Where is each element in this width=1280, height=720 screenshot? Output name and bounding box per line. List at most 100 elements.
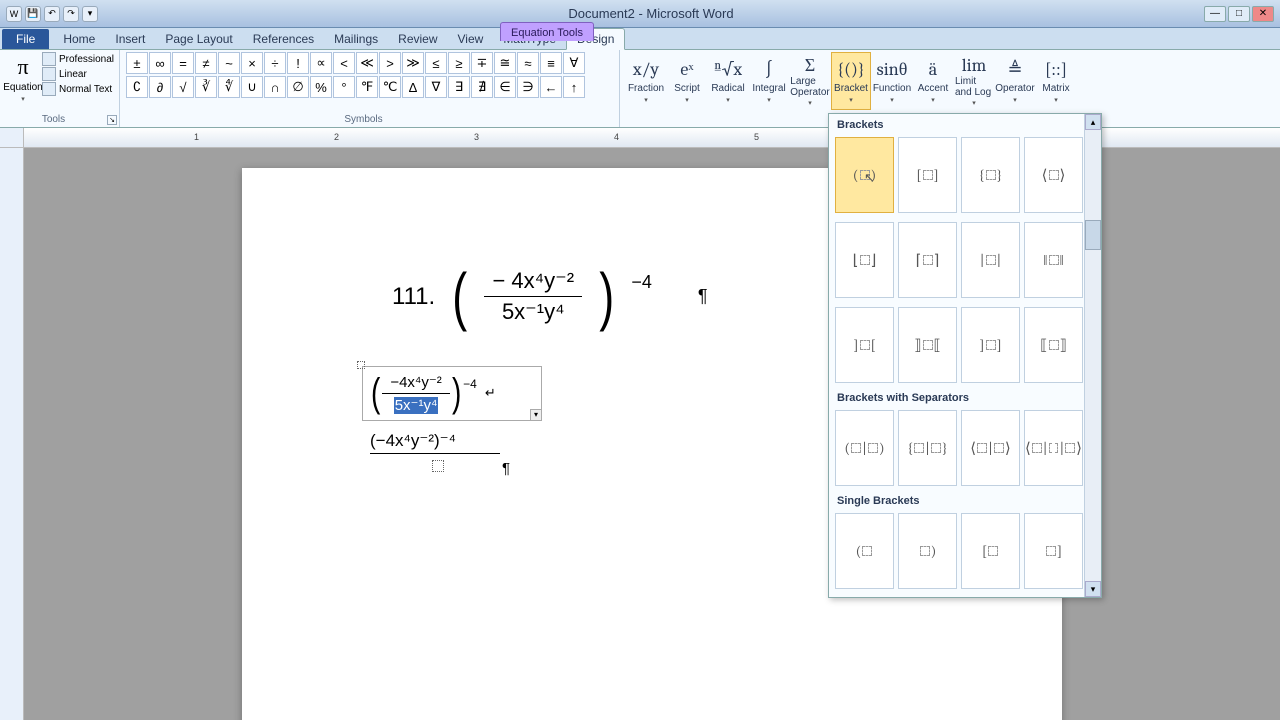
qat-more-icon[interactable]: ▾ bbox=[82, 6, 98, 22]
symbol-button[interactable]: ∃ bbox=[448, 76, 470, 98]
bracket-gallery-item[interactable]: [ bbox=[961, 513, 1020, 589]
equation-button[interactable]: π Equation ▾ bbox=[6, 52, 40, 104]
bracket-gallery-item[interactable]: ⟨|⟩ bbox=[961, 410, 1020, 486]
symbol-button[interactable]: ∅ bbox=[287, 76, 309, 98]
bracket-gallery-item[interactable]: ⟨⟩ bbox=[1024, 137, 1083, 213]
symbol-button[interactable]: ∜ bbox=[218, 76, 240, 98]
symbol-button[interactable]: ≫ bbox=[402, 52, 424, 74]
large-operator-button[interactable]: ΣLarge Operator▾ bbox=[790, 52, 830, 110]
tab-mailings[interactable]: Mailings bbox=[324, 29, 388, 49]
normal-text-option[interactable]: Normal Text bbox=[42, 82, 114, 96]
function-button[interactable]: sinθFunction▾ bbox=[872, 52, 912, 110]
symbol-button[interactable]: ≅ bbox=[494, 52, 516, 74]
scroll-down-icon[interactable]: ▾ bbox=[1085, 581, 1101, 597]
symbol-button[interactable]: ℉ bbox=[356, 76, 378, 98]
bracket-gallery-item[interactable]: ⌈⌉ bbox=[898, 222, 957, 298]
symbol-button[interactable]: ≪ bbox=[356, 52, 378, 74]
fraction-button[interactable]: x/yFraction▾ bbox=[626, 52, 666, 110]
symbol-button[interactable]: ∂ bbox=[149, 76, 171, 98]
scroll-thumb[interactable] bbox=[1085, 220, 1101, 250]
gallery-scrollbar[interactable]: ▴ ▾ bbox=[1084, 114, 1101, 597]
symbol-button[interactable]: × bbox=[241, 52, 263, 74]
symbol-button[interactable]: √ bbox=[172, 76, 194, 98]
professional-option[interactable]: Professional bbox=[42, 52, 114, 66]
symbol-button[interactable]: > bbox=[379, 52, 401, 74]
symbol-button[interactable]: ! bbox=[287, 52, 309, 74]
undo-icon[interactable]: ↶ bbox=[44, 6, 60, 22]
radical-button[interactable]: ⁿ√xRadical▾ bbox=[708, 52, 748, 110]
maximize-button[interactable]: □ bbox=[1228, 6, 1250, 22]
scroll-up-icon[interactable]: ▴ bbox=[1085, 114, 1101, 130]
equation-box-handle-icon[interactable] bbox=[357, 361, 365, 369]
symbol-button[interactable]: ÷ bbox=[264, 52, 286, 74]
bracket-gallery-item[interactable]: ⟧⟦ bbox=[898, 307, 957, 383]
bracket-gallery-item[interactable]: ][ bbox=[835, 307, 894, 383]
close-button[interactable]: ✕ bbox=[1252, 6, 1274, 22]
bracket-gallery-item[interactable]: ‖‖ bbox=[1024, 222, 1083, 298]
symbol-button[interactable]: ∁ bbox=[126, 76, 148, 98]
symbol-button[interactable]: ≤ bbox=[425, 52, 447, 74]
tab-references[interactable]: References bbox=[243, 29, 324, 49]
symbol-button[interactable]: ° bbox=[333, 76, 355, 98]
tab-insert[interactable]: Insert bbox=[105, 29, 155, 49]
bracket-gallery-item[interactable]: || bbox=[961, 222, 1020, 298]
file-tab[interactable]: File bbox=[2, 29, 49, 49]
redo-icon[interactable]: ↷ bbox=[63, 6, 79, 22]
word-icon[interactable]: W bbox=[6, 6, 22, 22]
selected-text[interactable]: 5x⁻¹y⁴ bbox=[394, 397, 439, 414]
accent-button[interactable]: äAccent▾ bbox=[913, 52, 953, 110]
bracket-gallery-item[interactable]: {} bbox=[961, 137, 1020, 213]
symbol-button[interactable]: % bbox=[310, 76, 332, 98]
symbol-button[interactable]: ≠ bbox=[195, 52, 217, 74]
symbol-button[interactable]: ∇ bbox=[425, 76, 447, 98]
symbol-button[interactable]: ∞ bbox=[149, 52, 171, 74]
tab-view[interactable]: View bbox=[448, 29, 494, 49]
tab-page-layout[interactable]: Page Layout bbox=[155, 29, 242, 49]
vertical-ruler[interactable] bbox=[0, 148, 24, 720]
symbol-button[interactable]: ℃ bbox=[379, 76, 401, 98]
tab-review[interactable]: Review bbox=[388, 29, 447, 49]
bracket-button[interactable]: {()}Bracket▾ bbox=[831, 52, 871, 110]
bracket-gallery-item[interactable]: ⌊⌋ bbox=[835, 222, 894, 298]
script-button[interactable]: eˣScript▾ bbox=[667, 52, 707, 110]
symbol-button[interactable]: ∄ bbox=[471, 76, 493, 98]
symbol-button[interactable]: ∓ bbox=[471, 52, 493, 74]
symbol-button[interactable]: < bbox=[333, 52, 355, 74]
symbol-button[interactable]: ≈ bbox=[517, 52, 539, 74]
tab-home[interactable]: Home bbox=[53, 29, 105, 49]
linear-option[interactable]: Linear bbox=[42, 67, 114, 81]
symbol-button[interactable]: ∀ bbox=[563, 52, 585, 74]
symbol-button[interactable]: ↑ bbox=[563, 76, 585, 98]
symbol-button[interactable]: ≡ bbox=[540, 52, 562, 74]
symbol-button[interactable]: ∛ bbox=[195, 76, 217, 98]
symbol-button[interactable]: ∈ bbox=[494, 76, 516, 98]
symbol-button[interactable]: ← bbox=[540, 76, 562, 98]
symbol-button[interactable]: ∆ bbox=[402, 76, 424, 98]
equation-editor-box[interactable]: ( −4x⁴y⁻² 5x⁻¹y⁴ ) −4 ↵ ▾ bbox=[362, 366, 542, 421]
symbol-button[interactable]: ∪ bbox=[241, 76, 263, 98]
operator-button[interactable]: ≜Operator▾ bbox=[995, 52, 1035, 110]
equation-options-dropdown[interactable]: ▾ bbox=[530, 409, 542, 421]
bracket-gallery-item[interactable]: [] bbox=[898, 137, 957, 213]
equation-placeholder[interactable] bbox=[432, 460, 444, 472]
symbol-button[interactable]: ∩ bbox=[264, 76, 286, 98]
bracket-gallery-item[interactable]: ]] bbox=[961, 307, 1020, 383]
bracket-gallery-item[interactable]: ( bbox=[835, 513, 894, 589]
symbol-button[interactable]: ∋ bbox=[517, 76, 539, 98]
bracket-gallery-item[interactable]: ] bbox=[1024, 513, 1083, 589]
bracket-gallery-item[interactable]: ⟨||⟩ bbox=[1024, 410, 1083, 486]
bracket-gallery-item[interactable]: ) bbox=[898, 513, 957, 589]
bracket-gallery-item[interactable]: ⟦⟧ bbox=[1024, 307, 1083, 383]
integral-button[interactable]: ∫Integral▾ bbox=[749, 52, 789, 110]
save-icon[interactable]: 💾 bbox=[25, 6, 41, 22]
symbol-button[interactable]: ~ bbox=[218, 52, 240, 74]
matrix-button[interactable]: [::]Matrix▾ bbox=[1036, 52, 1076, 110]
symbol-button[interactable]: ± bbox=[126, 52, 148, 74]
symbol-button[interactable]: = bbox=[172, 52, 194, 74]
bracket-gallery-item[interactable]: (|) bbox=[835, 410, 894, 486]
minimize-button[interactable]: — bbox=[1204, 6, 1226, 22]
limit-log-button[interactable]: limLimit and Log▾ bbox=[954, 52, 994, 110]
bracket-gallery-item[interactable]: ()↖ bbox=[835, 137, 894, 213]
symbol-button[interactable]: ≥ bbox=[448, 52, 470, 74]
tools-launcher-icon[interactable]: ↘ bbox=[107, 115, 117, 125]
